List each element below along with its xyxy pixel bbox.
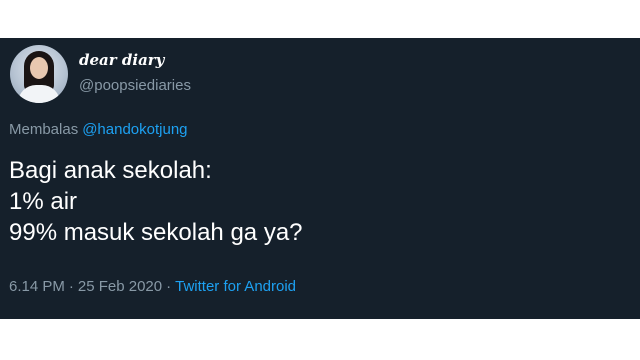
tweet-line: Bagi anak sekolah:	[9, 157, 212, 184]
replying-to-label: Membalas	[9, 121, 79, 138]
tweet-date[interactable]: 25 Feb 2020	[78, 278, 162, 295]
tweet-text: Bagi anak sekolah: 1% air 99% masuk seko…	[9, 155, 303, 248]
avatar-face	[30, 57, 48, 79]
meta-separator: ·	[166, 278, 172, 295]
tweet-line: 99% masuk sekolah ga ya?	[9, 219, 303, 246]
tweet-meta: 6.14 PM · 25 Feb 2020 · Twitter for Android	[9, 278, 296, 295]
avatar[interactable]	[10, 45, 68, 103]
user-handle[interactable]: @poopsiediaries	[79, 77, 191, 94]
tweet-time[interactable]: 6.14 PM	[9, 278, 65, 295]
replying-to: Membalas @handokotjung	[9, 121, 188, 138]
tweet-card: dear diary @poopsiediaries Membalas @hand…	[0, 38, 640, 319]
tweet-line: 1% air	[9, 188, 78, 215]
meta-separator: ·	[68, 278, 74, 295]
reply-mention-link[interactable]: @handokotjung	[82, 121, 187, 138]
tweet-source-link[interactable]: Twitter for Android	[175, 278, 296, 295]
display-name[interactable]: dear diary	[79, 51, 164, 69]
avatar-shirt	[18, 85, 60, 103]
